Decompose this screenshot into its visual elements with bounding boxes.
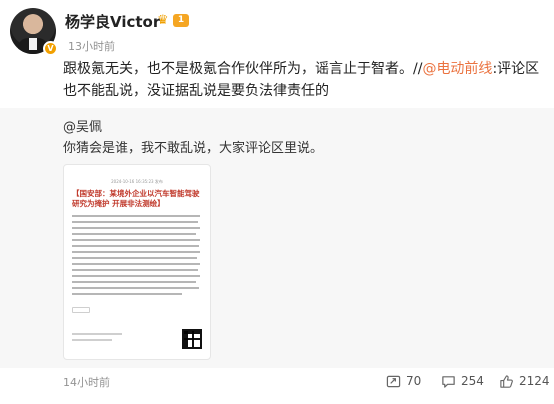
quoted-post[interactable]: @吴佩 你猜会是谁，我不敢乱说，大家评论区里说。 2024-10-16 16:3… [0, 108, 554, 368]
image-text-line [72, 287, 199, 289]
quote-image[interactable]: 2024-10-16 16:35:23 发布 【国安部：某境外企业以汽车智能驾驶… [63, 164, 211, 360]
quote-text: 你猜会是谁，我不敢乱说，大家评论区里说。 [63, 141, 324, 156]
image-text-line [72, 227, 200, 229]
comment-button[interactable]: 254 [441, 372, 484, 390]
image-text-line [72, 281, 196, 283]
author-name[interactable]: 杨学良Victor [65, 11, 160, 32]
repost-count: 70 [406, 374, 422, 388]
image-text-line [72, 245, 199, 247]
image-text-line [72, 239, 200, 241]
level-badge[interactable]: 1 [173, 14, 189, 27]
image-text-line [72, 251, 200, 253]
image-text-line [72, 257, 197, 259]
post-time[interactable]: 13小时前 [68, 38, 115, 54]
image-headline: 【国安部：某境外企业以汽车智能驾驶研究为掩护 开展非法测绘】 [72, 189, 200, 208]
qr-code-icon [182, 329, 202, 349]
image-text-line [72, 275, 200, 277]
post-text-before: 跟极氪无关，也不是极氪合作伙伴所为，谣言止于智者。// [63, 61, 423, 77]
mention-link[interactable]: @电动前线 [422, 61, 492, 77]
like-count: 2124 [519, 374, 550, 388]
thumbs-up-icon [500, 374, 513, 388]
image-text-line [72, 263, 200, 265]
footer-time[interactable]: 14小时前 [63, 374, 110, 390]
comment-count: 254 [461, 374, 484, 388]
image-text-line [72, 293, 182, 295]
image-text-line [72, 215, 200, 217]
post-footer: 14小时前 70 254 2124 [0, 368, 554, 404]
repost-button[interactable]: 70 [386, 372, 421, 390]
repost-icon [386, 375, 401, 387]
verified-v-icon: V [43, 41, 58, 56]
image-footer-line [72, 333, 122, 335]
crown-icon: ♛ [157, 13, 169, 28]
image-date: 2024-10-16 16:35:23 发布 [111, 179, 163, 184]
image-text-line [72, 221, 198, 223]
quote-author[interactable]: @吴佩 [63, 116, 102, 135]
image-footer-line [72, 339, 112, 341]
image-text-line [72, 233, 196, 235]
like-button[interactable]: 2124 [499, 372, 550, 390]
image-text-line [72, 269, 198, 271]
post-body: 跟极氪无关，也不是极氪合作伙伴所为，谣言止于智者。//@电动前线:评论区也不能乱… [63, 58, 541, 102]
image-tag [72, 307, 90, 313]
avatar-shirt [29, 38, 37, 50]
post-header: V 杨学良Victor ♛ 1 13小时前 [10, 8, 540, 58]
comment-icon [442, 375, 455, 388]
